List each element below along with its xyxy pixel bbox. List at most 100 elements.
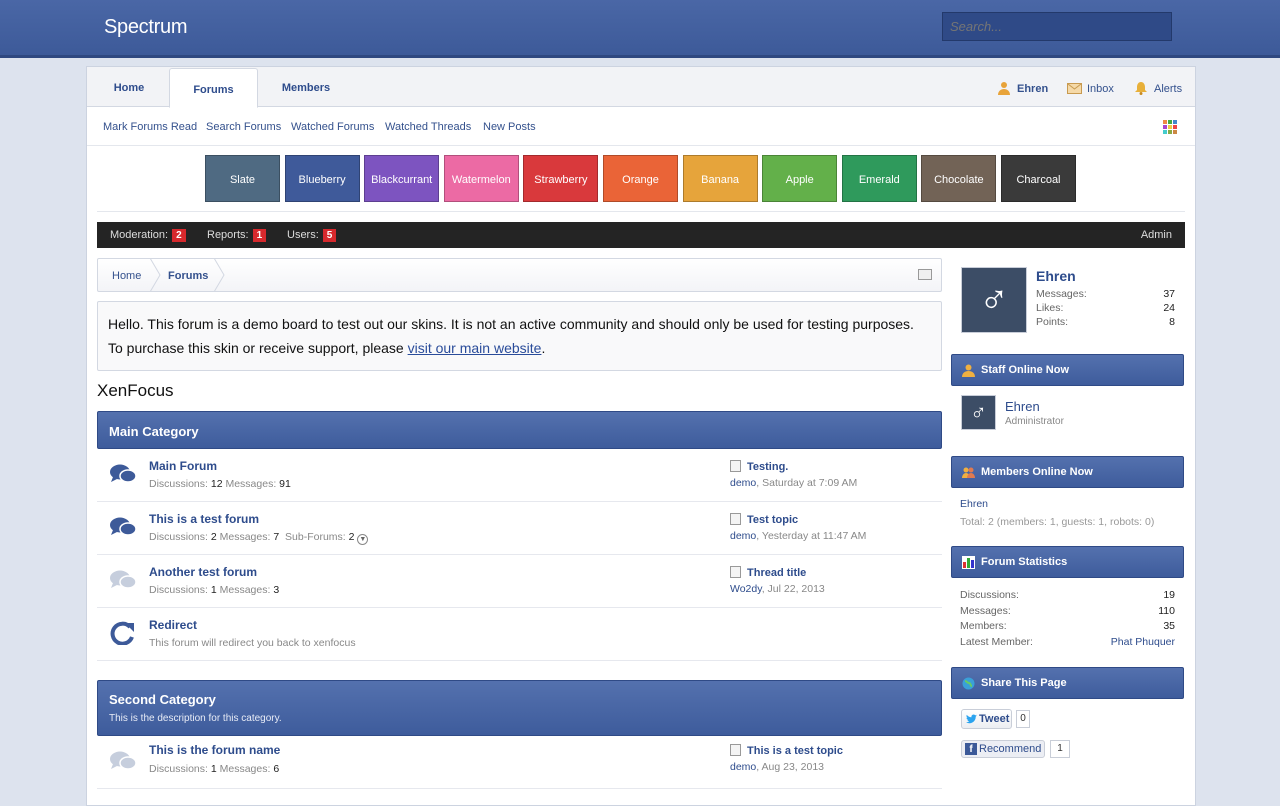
share-page-header: Share This Page xyxy=(951,667,1184,699)
category-header[interactable]: Second Category This is the description … xyxy=(97,680,942,736)
chevron-right-icon xyxy=(149,258,161,292)
mark-forums-read-link[interactable]: Mark Forums Read xyxy=(103,121,197,133)
style-swatch-charcoal[interactable]: Charcoal xyxy=(1001,155,1076,202)
notice-line-2: To purchase this skin or receive support… xyxy=(108,340,546,356)
last-post-info: Wo2dy, Jul 22, 2013 xyxy=(730,583,825,595)
style-swatch-apple[interactable]: Apple xyxy=(762,155,838,202)
chat-bubbles-icon xyxy=(110,517,137,536)
reports-link[interactable]: Reports: 1 xyxy=(207,229,267,242)
style-swatch-banana[interactable]: Banana xyxy=(682,155,758,202)
breadcrumb-home[interactable]: Home xyxy=(112,270,141,282)
moderation-link[interactable]: Moderation: 2 xyxy=(110,229,186,242)
profile-stat: Messages: 37 xyxy=(1036,288,1175,300)
staff-online-header: Staff Online Now xyxy=(951,354,1184,386)
breadcrumb-forums[interactable]: Forums xyxy=(168,270,208,282)
subforums-dropdown-icon[interactable]: ▼ xyxy=(357,534,369,545)
recommend-count: 1 xyxy=(1050,740,1070,758)
tweet-count: 0 xyxy=(1016,710,1030,728)
divider xyxy=(97,211,1185,212)
latest-member-link[interactable]: Phat Phuquer xyxy=(1111,636,1175,648)
users-link[interactable]: Users: 5 xyxy=(287,229,337,242)
avatar[interactable]: ♂ xyxy=(961,267,1027,333)
bell-icon xyxy=(1134,81,1148,95)
forum-title[interactable]: Redirect xyxy=(149,618,197,632)
search-forums-link[interactable]: Search Forums xyxy=(206,121,281,133)
last-post-user[interactable]: Wo2dy xyxy=(730,583,762,595)
tab-members[interactable]: Members xyxy=(265,67,347,107)
forum-statistics-header: Forum Statistics xyxy=(951,546,1184,578)
staff-member-name[interactable]: Ehren xyxy=(1005,399,1040,414)
search-input[interactable] xyxy=(942,12,1172,41)
style-swatch-blackcurrant[interactable]: Blackcurrant xyxy=(364,155,440,202)
page-container: Home Forums Members Ehren Inbox Alerts M… xyxy=(86,66,1196,806)
chevron-right-icon xyxy=(213,258,225,292)
last-thread-link[interactable]: Test topic xyxy=(730,513,798,526)
page-icon xyxy=(730,460,741,472)
forum-row: Another test forum Discussions: 1 Messag… xyxy=(97,555,942,608)
style-swatch-blueberry[interactable]: Blueberry xyxy=(284,155,360,202)
last-thread-link[interactable]: Testing. xyxy=(730,460,788,473)
new-posts-link[interactable]: New Posts xyxy=(483,121,536,133)
online-member-link[interactable]: Ehren xyxy=(960,498,988,510)
forum-title[interactable]: Another test forum xyxy=(149,565,257,579)
last-post-info: demo, Yesterday at 11:47 AM xyxy=(730,530,867,542)
style-swatch-slate[interactable]: Slate xyxy=(205,155,280,202)
alerts-link[interactable]: Alerts xyxy=(1134,81,1182,95)
staff-member-role: Administrator xyxy=(1005,416,1064,427)
user-name: Ehren xyxy=(1017,83,1049,95)
chat-bubbles-read-icon xyxy=(110,570,137,589)
stat-row: Discussions: 19 xyxy=(960,589,1175,601)
members-online-header: Members Online Now xyxy=(951,456,1184,488)
facebook-recommend-button[interactable]: f Recommend xyxy=(961,740,1045,758)
admin-link[interactable]: Admin xyxy=(1141,229,1172,241)
forum-stats: Discussions: 1 Messages: 6 xyxy=(149,763,280,775)
forum-stats: Discussions: 1 Messages: 3 xyxy=(149,584,280,596)
last-post-user[interactable]: demo xyxy=(730,477,756,489)
section-title: XenFocus xyxy=(97,381,174,400)
category-header[interactable]: Main Category xyxy=(97,411,942,449)
watched-forums-link[interactable]: Watched Forums xyxy=(291,121,374,133)
style-swatch-watermelon[interactable]: Watermelon xyxy=(443,155,519,202)
male-symbol-icon: ♂ xyxy=(979,277,1009,322)
last-post-user[interactable]: demo xyxy=(730,530,756,542)
tweet-button[interactable]: Tweet xyxy=(961,709,1012,729)
tab-home[interactable]: Home xyxy=(87,67,171,107)
last-thread-link[interactable]: Thread title xyxy=(730,566,806,579)
twitter-icon xyxy=(966,714,977,724)
stat-row: Members: 35 xyxy=(960,620,1175,632)
category-title: Second Category xyxy=(109,692,216,707)
bar-chart-icon xyxy=(962,556,975,569)
forum-description: This forum will redirect you back to xen… xyxy=(149,637,356,649)
style-swatch-chocolate[interactable]: Chocolate xyxy=(921,155,997,202)
notice-box: Hello. This forum is a demo board to tes… xyxy=(97,301,942,371)
inbox-label: Inbox xyxy=(1087,83,1114,95)
profile-name[interactable]: Ehren xyxy=(1036,268,1076,284)
forum-title[interactable]: Main Forum xyxy=(149,459,217,473)
tab-forums[interactable]: Forums xyxy=(169,68,258,108)
forum-row: This is the forum name Discussions: 1 Me… xyxy=(97,736,942,789)
reports-count: 1 xyxy=(252,229,267,242)
inbox-link[interactable]: Inbox xyxy=(1067,81,1114,95)
style-swatch-emerald[interactable]: Emerald xyxy=(841,155,917,202)
main-website-link[interactable]: visit our main website xyxy=(408,340,542,356)
moderation-count: 2 xyxy=(172,229,186,242)
style-swatch-orange[interactable]: Orange xyxy=(603,155,678,202)
chat-bubbles-icon xyxy=(110,464,137,483)
forum-title[interactable]: This is a test forum xyxy=(149,512,259,526)
style-chooser-icon[interactable] xyxy=(1163,120,1177,134)
user-menu[interactable]: Ehren xyxy=(997,81,1048,95)
online-total: Total: 2 (members: 1, guests: 1, robots:… xyxy=(960,516,1155,528)
category-description: This is the description for this categor… xyxy=(109,713,282,724)
last-post-user[interactable]: demo xyxy=(730,761,756,773)
notice-line-1: Hello. This forum is a demo board to tes… xyxy=(108,316,914,332)
page-icon xyxy=(730,566,741,578)
rss-feed-icon[interactable] xyxy=(918,269,932,280)
site-logo[interactable]: Spectrum xyxy=(104,16,187,39)
avatar[interactable]: ♂ xyxy=(961,395,996,430)
forum-title[interactable]: This is the forum name xyxy=(149,743,280,757)
last-thread-link[interactable]: This is a test topic xyxy=(730,744,843,757)
forum-stats: Discussions: 2 Messages: 7 Sub-Forums: 2… xyxy=(149,531,369,545)
style-swatch-strawberry[interactable]: Strawberry xyxy=(523,155,599,202)
watched-threads-link[interactable]: Watched Threads xyxy=(385,121,471,133)
last-post-info: demo, Aug 23, 2013 xyxy=(730,761,824,773)
